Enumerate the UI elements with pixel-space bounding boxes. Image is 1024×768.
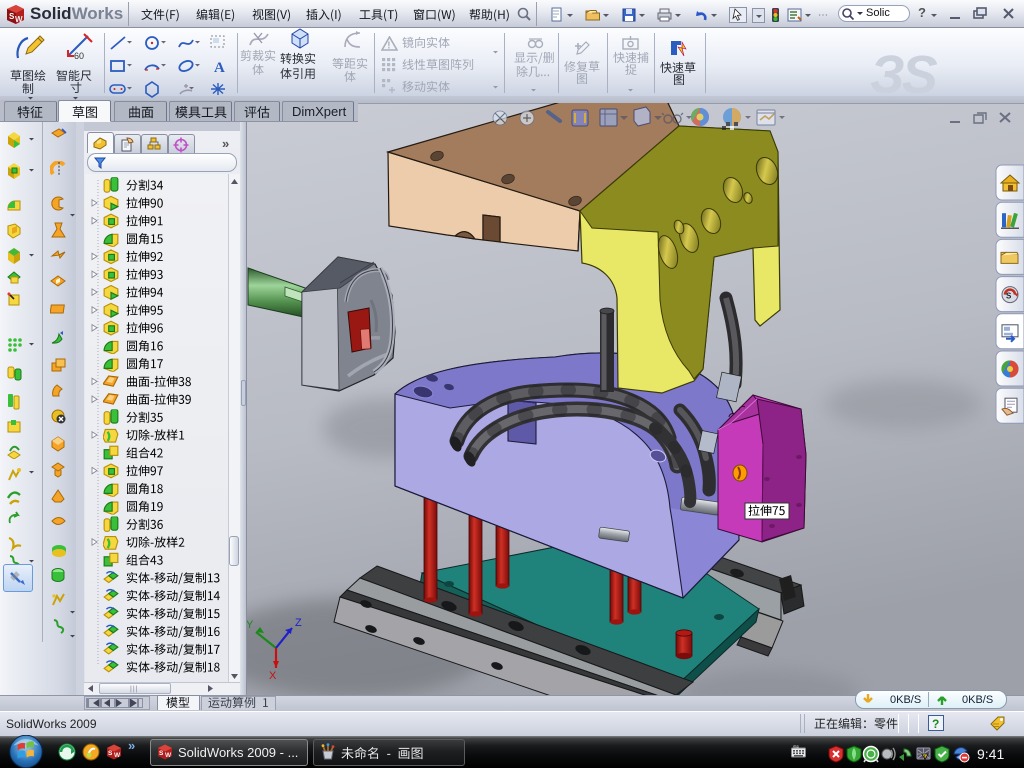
svg-text:60: 60 [74,51,84,61]
svg-text:!: ! [387,41,390,52]
svg-text:W: W [165,752,172,759]
svg-text:S: S [1006,292,1012,301]
svg-text:键盘: 键盘 [793,745,799,749]
svg-text:Y: Y [246,619,254,631]
svg-text:W: W [15,15,23,24]
svg-text:S: S [108,750,113,757]
svg-text:A: A [214,60,225,75]
svg-text:W: W [114,752,121,759]
svg-text:S: S [159,750,164,757]
svg-text:X: X [269,670,277,682]
svg-text:Z: Z [295,617,302,629]
